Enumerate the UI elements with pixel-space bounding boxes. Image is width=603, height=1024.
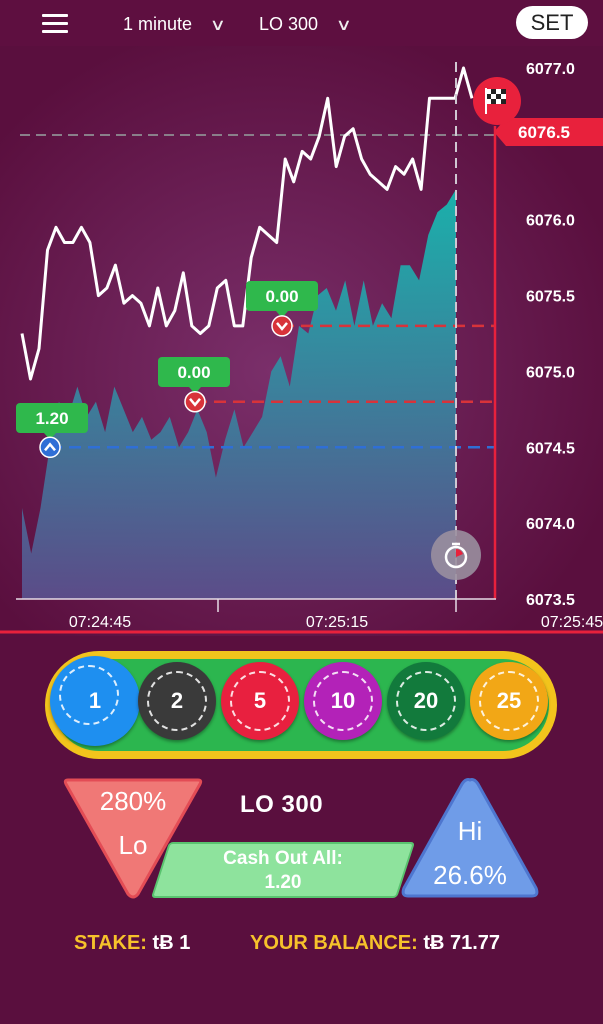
chip-20[interactable]: 20 <box>387 662 465 740</box>
menu-icon[interactable] <box>42 14 68 34</box>
timeframe-dropdown[interactable]: 1 minute ∨ <box>123 14 227 35</box>
market-label: LO 300 <box>240 791 324 818</box>
chip-25[interactable]: 25 <box>470 662 548 740</box>
marker-value: 0.00 <box>177 363 210 382</box>
chip-5[interactable]: 5 <box>221 662 299 740</box>
chip-10[interactable]: 10 <box>304 662 382 740</box>
y-tick-label: 6074.5 <box>526 440 575 457</box>
balance-display: YOUR BALANCE: tɃ 71.77 <box>250 932 500 955</box>
chip-label: 25 <box>496 688 522 713</box>
current-price-label: 6076.5 <box>518 123 570 142</box>
top-bar: 1 minute ∨ LO 300 ∨ SET <box>0 0 603 46</box>
hi-label: Hi <box>457 816 483 846</box>
chip-1[interactable]: 1 <box>50 656 140 746</box>
market-value: LO 300 <box>259 14 319 34</box>
chip-label: 20 <box>413 688 439 713</box>
chevron-down-icon: ∨ <box>335 17 353 34</box>
up-arrow-icon <box>39 436 61 459</box>
chip-label: 5 <box>253 688 267 713</box>
down-arrow-icon <box>271 315 293 337</box>
marker-value: 1.20 <box>35 409 68 428</box>
chip-label: 10 <box>330 688 356 713</box>
lo-percent: 280% <box>99 786 167 816</box>
set-button[interactable]: SET <box>516 6 588 39</box>
balance-value: tɃ 71.77 <box>423 932 501 954</box>
price-chart: 6077.0 6076.0 6075.5 6075.0 6074.5 6074.0 6073… <box>0 46 603 636</box>
stake-value: tɃ 1 <box>152 932 191 954</box>
cash-out-all-button[interactable]: Cash Out All: 1.20 <box>150 842 416 898</box>
balance-label: YOUR BALANCE: <box>250 932 418 954</box>
x-tick-label: 07:25:45 <box>541 614 603 631</box>
chip-label: 2 <box>170 688 184 713</box>
stake-display: STAKE: tɃ 1 <box>74 932 190 955</box>
marker-value: 0.00 <box>265 287 298 306</box>
cash-out-label: Cash Out All: <box>223 848 343 869</box>
y-tick-label: 6075.0 <box>526 364 575 381</box>
down-arrow-icon <box>184 391 206 413</box>
y-tick-label: 6074.0 <box>526 516 575 533</box>
chevron-down-icon: ∨ <box>209 17 227 34</box>
chip-label: 1 <box>88 688 102 713</box>
x-tick-label: 07:25:15 <box>306 614 368 631</box>
flag-glyph <box>486 89 506 104</box>
hi-percent: 26.6% <box>433 860 507 890</box>
timeframe-value: 1 minute <box>123 14 193 34</box>
chip-2[interactable]: 2 <box>138 662 216 740</box>
x-tick-label: 07:24:45 <box>69 614 131 631</box>
y-tick-label: 6077.0 <box>526 61 575 78</box>
market-dropdown[interactable]: LO 300 ∨ <box>259 14 353 35</box>
hi-button[interactable]: Hi 26.6% <box>400 776 540 900</box>
y-tick-label: 6073.5 <box>526 592 575 609</box>
cash-out-value: 1.20 <box>264 872 302 893</box>
y-tick-label: 6075.5 <box>526 289 575 306</box>
stake-label: STAKE: <box>74 932 147 954</box>
y-tick-label: 6076.0 <box>526 213 575 230</box>
